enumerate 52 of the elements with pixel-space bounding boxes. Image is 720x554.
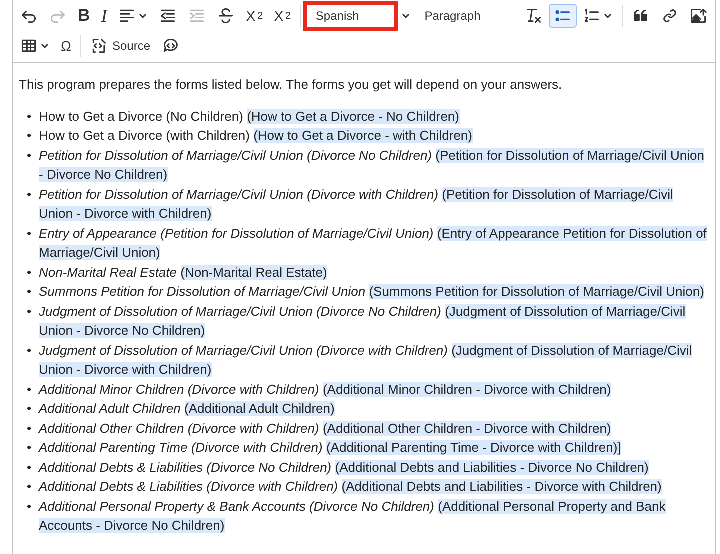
bullet: • — [27, 400, 33, 418]
list-item-text: Judgment of Dissolution of Marriage/Civil Union (Divorce with Children) (Judgment of Dissolution of Marriage/Civil Union - Divorce with Children) — [39, 342, 694, 379]
dropdown[interactable]: Spanish — [304, 3, 396, 29]
indent-icon — [188, 7, 206, 25]
dropdown[interactable]: Paragraph — [416, 3, 520, 29]
list-item-text: How to Get a Divorce (No Children) (How to Get a Divorce - No Children) — [39, 108, 460, 126]
numbered-list-icon — [583, 7, 602, 25]
list-item-text: Additional Debts & Liabilities (Divorce with Children) (Additional Debts and Liabilities - Divorce with Children) — [39, 478, 663, 496]
list-item-text: Additional Parenting Time (Divorce with Children) (Additional Parenting Time - Divorce with Children)] — [39, 439, 622, 457]
caret-icon — [400, 11, 411, 21]
bullet: • — [27, 224, 33, 242]
list-item-text: Additional Adult Children (Additional Adult Children) — [39, 400, 336, 418]
source-button[interactable]: Source — [85, 34, 156, 58]
bullet: • — [27, 478, 33, 496]
bullet: • — [27, 283, 33, 301]
bullet: • — [27, 420, 33, 438]
table-icon — [20, 37, 38, 55]
intro-paragraph: This program prepares the forms listed below. The forms you get will depend on your answers. — [19, 76, 564, 94]
bullet: • — [27, 127, 33, 145]
list-item-text: Petition for Dissolution of Marriage/Civil Union (Divorce with Children) (Petition for Dissolution of Marriage/Civil Union - Divorce with Children) — [39, 186, 674, 223]
list-item-text: How to Get a Divorce (with Children) (How to Get a Divorce - with Children) — [39, 127, 474, 145]
list-item-text: Judgment of Dissolution of Marriage/Civil Union (Divorce No Children) (Judgment of Dissolution of Marriage/Civil Union - Divorce No Children) — [39, 302, 687, 340]
clear-formatting-icon — [525, 7, 544, 25]
bullet: • — [27, 498, 33, 516]
image-upload-icon — [690, 7, 708, 25]
list-item-text: Additional Personal Property & Bank Accounts (Divorce No Children) (Additional Personal Property and Bank Accounts - Divorce No Children) — [39, 498, 667, 535]
source-icon — [90, 37, 108, 55]
bullet: • — [27, 302, 33, 320]
italic-button[interactable]: I — [96, 4, 112, 28]
list-item-text: Additional Debts & Liabilities (Divorce No Children) (Additional Debts and Liabilities - Divorce No Children) — [39, 458, 650, 477]
bullet: • — [27, 146, 33, 164]
bullets-button[interactable] — [549, 4, 578, 28]
bold-button[interactable]: B — [73, 4, 96, 28]
bullet: • — [27, 458, 33, 476]
outdent-icon — [159, 7, 178, 25]
list-item-text: Petition for Dissolution of Marriage/Civil Union (Divorce No Children) (Petition for Dissolution of Marriage/Civil Union - Divorce No Children) — [39, 146, 706, 184]
align-icon — [118, 7, 136, 25]
list-item-text: Entry of Appearance (Petition for Dissolution of Marriage/Civil Union) (Entry of Appearance Petition for Dissolution of Marriage/Civil Union) — [39, 224, 707, 262]
list-item-text: Additional Minor Children (Divorce with Children) (Additional Minor Children - Divorce with Children) — [39, 380, 612, 399]
bullet: • — [27, 108, 33, 126]
list-item-text: Summons Petition for Dissolution of Marriage/Civil Union (Summons Petition for Dissolution of Marriage/Civil Union) — [39, 283, 706, 301]
bullet: • — [27, 186, 33, 204]
special-characters-button[interactable]: Ω — [56, 34, 76, 58]
bullet: • — [27, 439, 33, 457]
strikethrough-icon — [217, 7, 236, 25]
bullet: • — [27, 264, 33, 282]
comment-icon — [162, 37, 180, 55]
bullet: • — [27, 342, 33, 360]
list-item-text: Non-Marital Real Estate (Non-Marital Real Estate) — [39, 264, 328, 282]
bullet: • — [27, 380, 33, 398]
link-icon — [661, 7, 680, 25]
list-item-text: Additional Other Children (Divorce with Children) (Additional Other Children - Divorce with Children) — [39, 420, 612, 438]
